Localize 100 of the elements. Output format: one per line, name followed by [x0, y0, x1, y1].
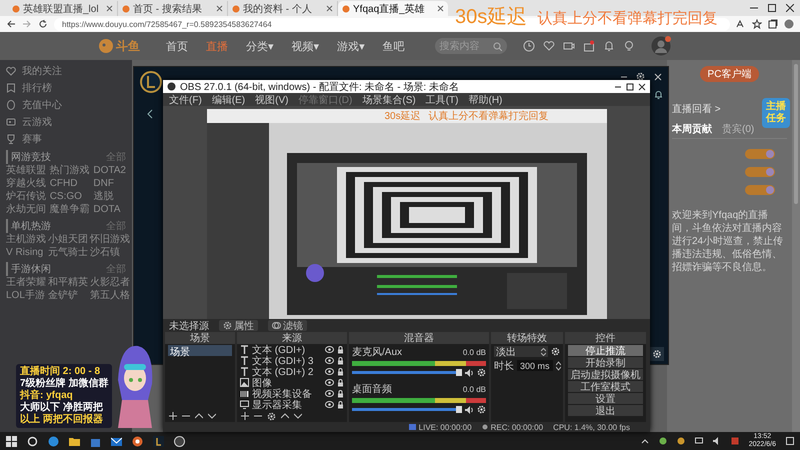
category-link[interactable]: 金铲铲	[48, 289, 88, 302]
source-item[interactable]: 图像	[240, 377, 344, 388]
category-link[interactable]: 主机游戏	[6, 233, 46, 246]
category-link[interactable]: DOTA	[93, 203, 126, 216]
lock-icon[interactable]	[337, 400, 344, 408]
chevron-up-icon[interactable]	[640, 437, 649, 445]
menu-item[interactable]: 工具(T)	[426, 92, 458, 106]
recording-app-icon[interactable]	[174, 436, 185, 446]
back-icon[interactable]	[146, 109, 154, 119]
category-link[interactable]: CFHD	[50, 177, 90, 190]
eye-icon[interactable]	[325, 390, 334, 397]
history-icon[interactable]	[522, 40, 535, 52]
source-item[interactable]: 视频采集设备	[240, 388, 344, 399]
source-item[interactable]: 文本 (GDI+) 3	[240, 355, 344, 366]
category-link[interactable]: 沙石镇	[90, 246, 130, 259]
lock-icon[interactable]	[337, 368, 344, 376]
spinner-icon[interactable]	[556, 360, 561, 370]
volume-slider-thumb[interactable]	[456, 369, 462, 376]
eye-icon[interactable]	[325, 346, 334, 353]
category-link[interactable]: 火影忍者	[90, 276, 130, 289]
chevron-up-icon[interactable]	[281, 412, 289, 420]
settings-icon[interactable]	[267, 412, 276, 420]
speaker-icon[interactable]	[465, 406, 474, 414]
volume-slider-thumb[interactable]	[456, 406, 462, 413]
category-link[interactable]: CS:GO	[50, 190, 90, 203]
category-link[interactable]: V Rising	[6, 246, 46, 259]
category-link[interactable]: 穿越火线	[6, 177, 46, 190]
sidebar-item[interactable]: 充值中心	[6, 96, 126, 113]
ranking-tab[interactable]: 贵宾(0)	[722, 122, 754, 136]
menu-item[interactable]: 视图(V)	[255, 92, 288, 106]
speaker-icon[interactable]	[712, 437, 721, 445]
mail-icon[interactable]	[111, 436, 122, 446]
sidebar-item[interactable]: 云游戏	[6, 113, 126, 130]
plus-icon[interactable]	[169, 412, 177, 420]
category-link[interactable]: 热门游戏	[50, 164, 90, 177]
bell-icon[interactable]	[602, 40, 615, 52]
game-logo-icon[interactable]	[153, 436, 164, 446]
menu-item[interactable]: 编辑(E)	[212, 92, 246, 106]
avatar-icon[interactable]	[650, 36, 671, 56]
sidebar-item[interactable]: 排行榜	[6, 79, 126, 96]
replay-link[interactable]: 直播回看 >	[672, 102, 721, 116]
category-link[interactable]: 怀旧游戏	[90, 233, 130, 246]
nav-link[interactable]: 视频▾	[292, 38, 320, 54]
gift-icon[interactable]	[582, 40, 595, 52]
browser-tab[interactable]: Yfqaq直播_英雄	[338, 1, 448, 16]
client-download-button[interactable]: PC客户端	[700, 66, 760, 82]
source-item[interactable]: 显示器采集	[240, 399, 344, 410]
category-link[interactable]: DOTA2	[93, 164, 126, 177]
control-button[interactable]: 启动虚拟摄像机	[568, 369, 643, 380]
browser-icon[interactable]	[132, 436, 143, 446]
lock-icon[interactable]	[337, 378, 344, 386]
category-link[interactable]: 元气骑士	[48, 246, 88, 259]
settings-icon[interactable]	[650, 347, 664, 361]
nav-link[interactable]: 游戏▾	[337, 38, 365, 54]
settings-icon[interactable]	[551, 347, 560, 356]
heart-icon[interactable]	[542, 40, 555, 52]
lock-icon[interactable]	[337, 346, 344, 354]
menu-item[interactable]: 文件(F)	[169, 92, 202, 106]
category-link[interactable]: 逃脱	[93, 190, 126, 203]
tray-app-icon[interactable]	[658, 437, 667, 445]
menu-item[interactable]: 场景集合(S)	[362, 92, 416, 106]
settings-icon[interactable]	[477, 405, 486, 414]
tray-app-icon[interactable]	[676, 437, 685, 445]
control-button[interactable]: 停止推流	[568, 345, 643, 356]
control-button[interactable]: 工作室模式	[568, 381, 643, 392]
control-button[interactable]: 设置	[568, 393, 643, 404]
edge-icon[interactable]	[48, 436, 59, 446]
ranking-tab[interactable]: 本周贡献	[672, 122, 712, 136]
video-icon[interactable]	[562, 40, 575, 52]
category-link[interactable]: 小姐天团	[48, 233, 88, 246]
close-icon[interactable]	[786, 4, 794, 12]
close-icon[interactable]	[437, 5, 444, 12]
eye-icon[interactable]	[325, 368, 334, 375]
category-link[interactable]: LOL手游	[6, 289, 46, 302]
browser-tab[interactable]: 首页 - 搜索结果	[118, 1, 228, 16]
category-link[interactable]: 第五人格	[90, 289, 130, 302]
sidebar-item[interactable]: 我的关注	[6, 62, 126, 79]
category-link[interactable]: 魔兽争霸	[50, 203, 90, 216]
category-link[interactable]: 炉石传说	[6, 190, 46, 203]
duration-field[interactable]: 300 ms	[517, 360, 553, 371]
bulb-icon[interactable]	[622, 40, 635, 52]
network-icon[interactable]	[694, 437, 703, 445]
back-icon[interactable]	[6, 19, 16, 29]
nav-link[interactable]: 直播	[206, 38, 228, 54]
bell-icon[interactable]	[654, 89, 663, 99]
task-badge[interactable]: 主播任务	[762, 98, 790, 128]
sidebar-item[interactable]: 赛事	[6, 130, 126, 147]
close-icon[interactable]	[638, 82, 646, 90]
transition-select[interactable]: 淡出	[494, 346, 548, 357]
eye-icon[interactable]	[325, 401, 334, 408]
settings-icon[interactable]	[477, 368, 486, 377]
scene-item[interactable]: 场景	[168, 345, 232, 356]
profile-icon[interactable]	[784, 19, 794, 29]
chevron-up-icon[interactable]	[195, 412, 203, 420]
category-link[interactable]: 王者荣耀	[6, 276, 46, 289]
chevron-down-icon[interactable]	[208, 412, 216, 420]
close-icon[interactable]	[654, 73, 662, 81]
eye-icon[interactable]	[325, 357, 334, 364]
category-link[interactable]: DNF	[93, 177, 126, 190]
windows-icon[interactable]	[6, 436, 17, 446]
